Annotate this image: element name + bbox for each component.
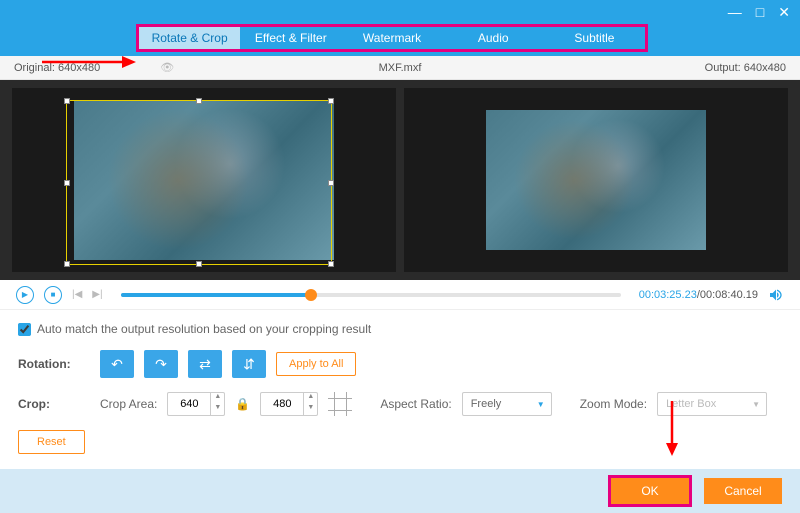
tab-subtitle[interactable]: Subtitle — [544, 27, 645, 49]
crop-handle[interactable] — [328, 98, 334, 104]
time-display: 00:03:25.23/00:08:40.19 — [639, 289, 758, 301]
crop-height-input[interactable] — [261, 398, 303, 410]
flip-vertical-button[interactable]: ⇵ — [232, 350, 266, 378]
transport-bar: ▶ ■ |◀ ▶| 00:03:25.23/00:08:40.19 — [0, 280, 800, 310]
output-resolution: Output: 640x480 — [705, 62, 786, 74]
volume-icon[interactable] — [768, 287, 784, 303]
crop-handle[interactable] — [64, 180, 70, 186]
minimize-button[interactable]: — — [728, 4, 742, 20]
tab-audio[interactable]: Audio — [443, 27, 544, 49]
rotation-label: Rotation: — [18, 357, 90, 371]
seek-track[interactable] — [121, 293, 621, 297]
original-preview-pane[interactable] — [12, 88, 396, 272]
cancel-button[interactable]: Cancel — [704, 478, 782, 504]
preview-area — [0, 80, 800, 280]
spin-down[interactable]: ▼ — [211, 404, 224, 415]
tab-watermark[interactable]: Watermark — [341, 27, 442, 49]
output-video-frame — [486, 110, 706, 250]
crop-handle[interactable] — [328, 180, 334, 186]
crop-height-field[interactable]: ▲▼ — [260, 392, 318, 416]
aspect-ratio-label: Aspect Ratio: — [380, 397, 451, 411]
crop-width-field[interactable]: ▲▼ — [167, 392, 225, 416]
crop-handle[interactable] — [328, 261, 334, 267]
seek-knob[interactable] — [305, 289, 317, 301]
crop-handle[interactable] — [196, 261, 202, 267]
filename-label: MXF.mxf — [379, 62, 422, 74]
ok-highlight-box: OK — [608, 475, 692, 507]
preview-toggle-icon[interactable]: 👁 — [160, 62, 174, 74]
crop-handle[interactable] — [64, 261, 70, 267]
stop-button[interactable]: ■ — [44, 286, 62, 304]
close-button[interactable]: ✕ — [778, 4, 790, 21]
crop-handle[interactable] — [64, 98, 70, 104]
tab-effect-filter[interactable]: Effect & Filter — [240, 27, 341, 49]
ok-button[interactable]: OK — [611, 478, 689, 504]
spin-down[interactable]: ▼ — [304, 404, 317, 415]
aspect-ratio-select[interactable]: Freely — [462, 392, 552, 416]
crop-handle[interactable] — [196, 98, 202, 104]
crop-label: Crop: — [18, 397, 90, 411]
maximize-button[interactable]: □ — [756, 4, 764, 20]
output-preview-pane — [404, 88, 788, 272]
auto-match-checkbox[interactable] — [18, 323, 31, 336]
rotate-left-button[interactable]: ↶ — [100, 350, 134, 378]
crop-width-input[interactable] — [168, 398, 210, 410]
crop-area-label: Crop Area: — [100, 397, 157, 411]
next-frame-button[interactable]: ▶| — [92, 289, 102, 300]
spin-up[interactable]: ▲ — [304, 393, 317, 404]
prev-frame-button[interactable]: |◀ — [72, 289, 82, 300]
lock-aspect-icon[interactable]: 🔒 — [235, 397, 250, 411]
play-button[interactable]: ▶ — [16, 286, 34, 304]
titlebar: — □ ✕ — [0, 0, 800, 24]
rotate-right-button[interactable]: ↷ — [144, 350, 178, 378]
zoom-mode-label: Zoom Mode: — [580, 397, 647, 411]
tab-highlight-box: Rotate & Crop Effect & Filter Watermark … — [136, 24, 648, 52]
seek-fill — [121, 293, 311, 297]
footer-bar: OK Cancel — [0, 469, 800, 513]
flip-horizontal-button[interactable]: ⇄ — [188, 350, 222, 378]
annotation-arrow-tabs — [42, 52, 137, 72]
spin-up[interactable]: ▲ — [211, 393, 224, 404]
reset-button[interactable]: Reset — [18, 430, 85, 454]
tab-bar: Rotate & Crop Effect & Filter Watermark … — [0, 24, 800, 56]
apply-to-all-button[interactable]: Apply to All — [276, 352, 356, 376]
crop-frame[interactable] — [66, 100, 332, 265]
auto-match-label: Auto match the output resolution based o… — [37, 322, 371, 336]
tab-rotate-crop[interactable]: Rotate & Crop — [139, 27, 240, 49]
crop-position-icon[interactable] — [328, 392, 352, 416]
annotation-arrow-ok — [662, 401, 682, 457]
